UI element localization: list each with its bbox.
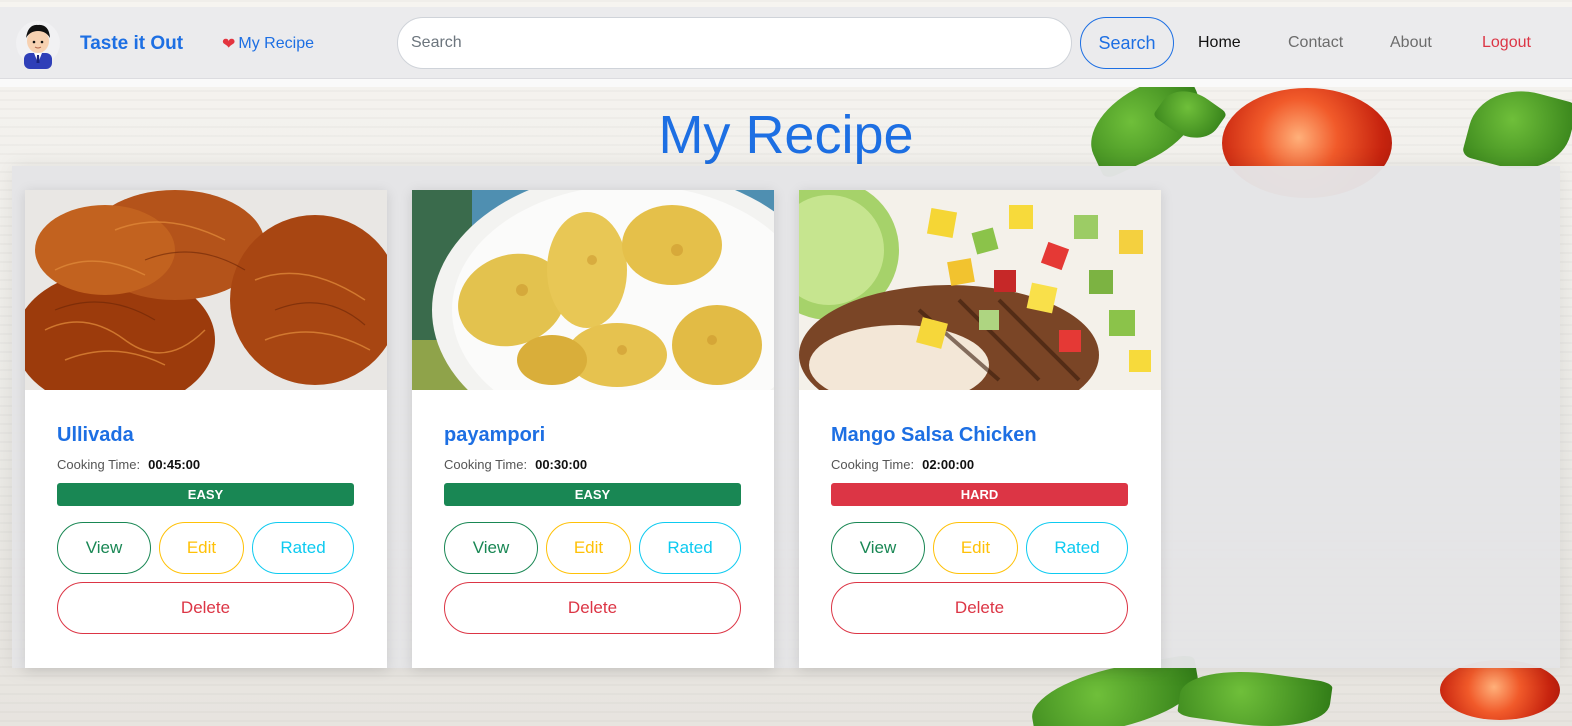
delete-button[interactable]: Delete (444, 582, 741, 634)
difficulty-badge: HARD (831, 483, 1128, 506)
delete-button[interactable]: Delete (831, 582, 1128, 634)
basil-leaf-decor (1176, 661, 1334, 726)
page-title: My Recipe (658, 105, 914, 165)
cooking-time-label: Cooking Time: (444, 457, 528, 472)
difficulty-badge: EASY (57, 483, 354, 506)
cooking-time: Cooking Time: 02:00:00 (831, 457, 974, 472)
edit-button[interactable]: Edit (546, 522, 631, 574)
tomato-decor (1440, 660, 1560, 720)
rated-button[interactable]: Rated (1026, 522, 1128, 574)
cooking-time-label: Cooking Time: (57, 457, 141, 472)
avatar[interactable] (16, 17, 60, 69)
view-button[interactable]: View (57, 522, 151, 574)
my-recipe-link[interactable]: ❤ My Recipe (222, 34, 314, 54)
cooking-time-value: 02:00:00 (922, 457, 975, 472)
cooking-time: Cooking Time: 00:45:00 (57, 457, 200, 472)
brand-title[interactable]: Taste it Out (80, 33, 183, 55)
recipe-title[interactable]: Ullivada (57, 424, 134, 447)
recipe-image[interactable] (799, 190, 1161, 390)
edit-button[interactable]: Edit (933, 522, 1018, 574)
recipe-card: Mango Salsa Chicken Cooking Time: 02:00:… (799, 190, 1161, 668)
search-button[interactable]: Search (1080, 17, 1174, 69)
difficulty-badge: EASY (444, 483, 741, 506)
heart-icon: ❤ (222, 36, 236, 53)
cooking-time: Cooking Time: 00:30:00 (444, 457, 587, 472)
recipe-card: payampori Cooking Time: 00:30:00 EASY Vi… (412, 190, 774, 668)
navbar-divider (0, 79, 1572, 87)
recipe-image[interactable] (25, 190, 387, 390)
cooking-time-value: 00:45:00 (148, 457, 201, 472)
recipe-image[interactable] (412, 190, 774, 390)
rated-button[interactable]: Rated (252, 522, 354, 574)
recipe-card: Ullivada Cooking Time: 00:45:00 EASY Vie… (25, 190, 387, 668)
nav-contact-link[interactable]: Contact (1288, 34, 1343, 52)
recipe-title[interactable]: payampori (444, 424, 545, 447)
nav-about-link[interactable]: About (1390, 34, 1432, 52)
recipe-title[interactable]: Mango Salsa Chicken (831, 424, 1037, 447)
view-button[interactable]: View (831, 522, 925, 574)
view-button[interactable]: View (444, 522, 538, 574)
cooking-time-value: 00:30:00 (535, 457, 588, 472)
nav-logout-link[interactable]: Logout (1482, 34, 1531, 52)
delete-button[interactable]: Delete (57, 582, 354, 634)
search-input[interactable] (397, 17, 1072, 69)
navbar: Taste it Out ❤ My Recipe Search Home Con… (0, 7, 1572, 79)
nav-home-link[interactable]: Home (1198, 34, 1241, 52)
edit-button[interactable]: Edit (159, 522, 244, 574)
my-recipe-link-label: My Recipe (238, 35, 314, 52)
cooking-time-label: Cooking Time: (831, 457, 915, 472)
rated-button[interactable]: Rated (639, 522, 741, 574)
